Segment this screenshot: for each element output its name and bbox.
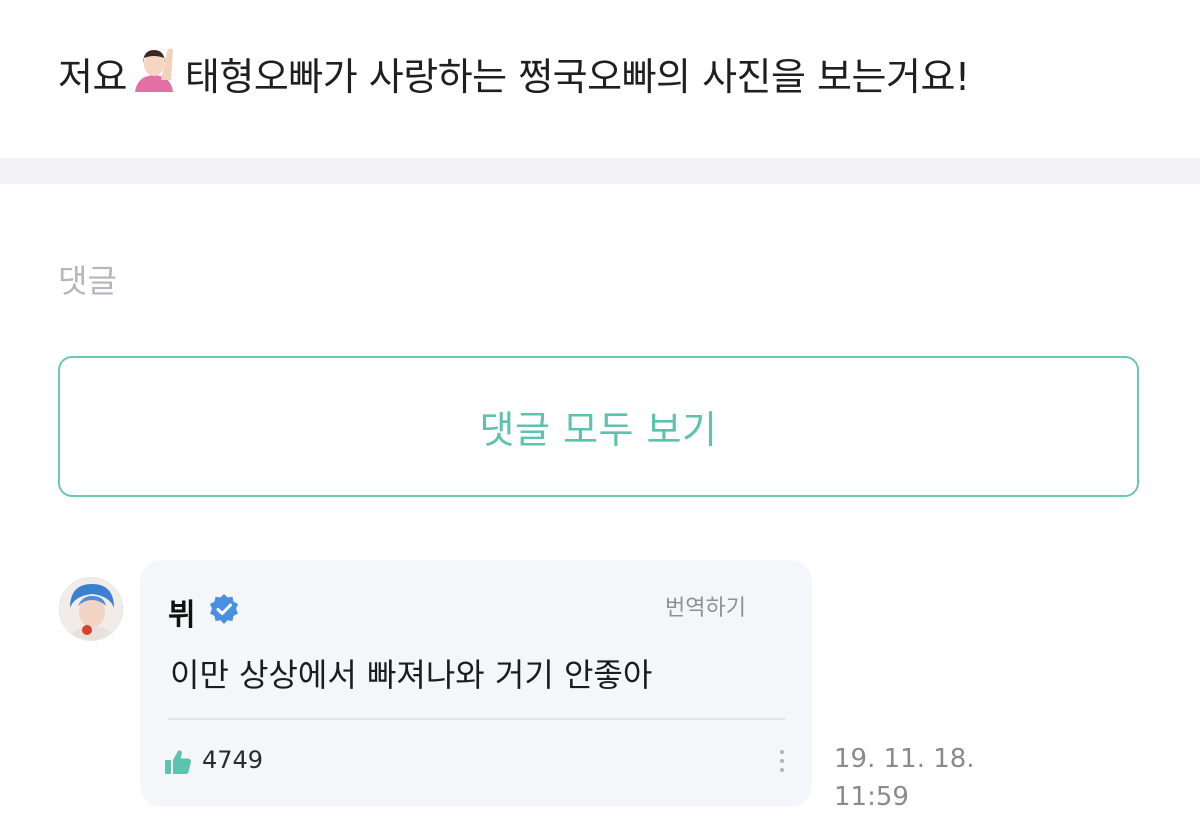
verified-badge-icon <box>208 593 240 629</box>
avatar[interactable] <box>59 577 123 641</box>
comment-body: 이만 상상에서 빠져나와 거기 안좋아 <box>170 656 653 694</box>
like-count: 4749 <box>202 746 264 774</box>
comment-time: 11:59 <box>834 782 909 812</box>
more-options-icon[interactable] <box>780 750 786 772</box>
thumbs-up-icon[interactable] <box>164 749 192 779</box>
post-text: 저요 태형오빠가 사랑하는 쩡국오빠의 사진을 보는거요! <box>58 44 970 115</box>
comment-timestamp: 19. 11. 18. 11:59 <box>834 740 975 816</box>
comment-date: 19. 11. 18. <box>834 744 975 774</box>
post-text-after: 태형오빠가 사랑하는 쩡국오빠의 사진을 보는거요! <box>184 55 970 99</box>
translate-link[interactable]: 번역하기 <box>665 590 746 622</box>
comment-author[interactable]: 뷔 <box>168 590 196 634</box>
card-divider <box>168 718 785 720</box>
view-all-comments-button[interactable]: 댓글 모두 보기 <box>58 356 1139 497</box>
post-text-before: 저요 <box>58 55 127 99</box>
comment-card: 뷔 번역하기 이만 상상에서 빠져나와 거기 안좋아 4749 <box>140 560 812 807</box>
section-divider <box>0 158 1200 184</box>
comments-heading: 댓글 <box>58 262 117 300</box>
raising-hand-emoji-icon <box>131 44 177 109</box>
